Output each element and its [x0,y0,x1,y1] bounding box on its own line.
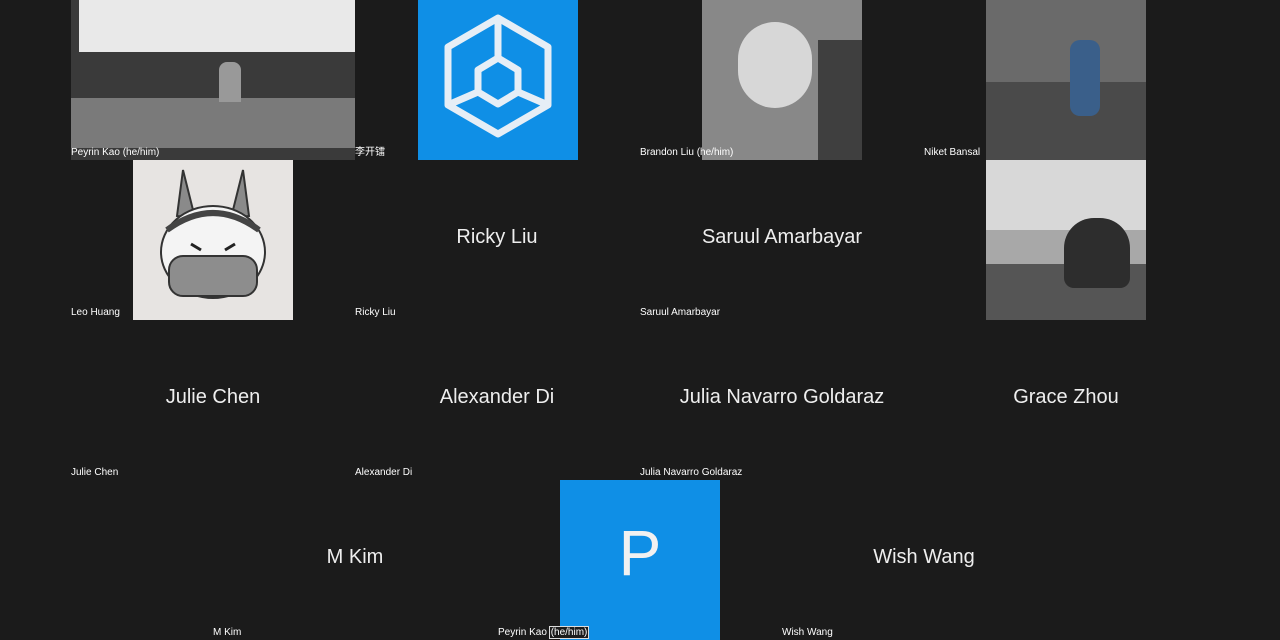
pronoun-highlight: (he/him) [548,626,590,639]
participant-display-name: Wish Wang [873,546,975,568]
avatar-initial: P [618,517,662,589]
participant-name-tag: Peyrin Kao (he/him) [498,626,590,639]
participant-display-name: Julia Navarro Goldaraz [679,386,885,408]
person [1070,40,1100,116]
participant-name-tag: Julie Chen [71,467,119,478]
video-feed [71,0,355,160]
participant-tile-outdoor[interactable] [924,160,1208,320]
video-feed [986,0,1146,160]
participant-display-name: M Kim [326,546,384,568]
car-seat [818,40,862,160]
participant-tile-ricky-liu[interactable]: Ricky Liu Ricky Liu [355,160,639,320]
participant-tile-alexander-di[interactable]: Alexander Di Alexander Di [355,320,639,480]
video-feed [986,160,1146,320]
video-feed [702,0,862,160]
avatar: P [560,480,720,640]
participant-tile-wish-wang[interactable]: Wish Wang Wish Wang [782,480,1066,640]
participant-display-name: Ricky Liu [456,226,538,248]
participant-name-tag: Saruul Amarbayar [640,307,721,318]
participant-tile-saruul-amarbayar[interactable]: Saruul Amarbayar Saruul Amarbayar [640,160,924,320]
avatar [418,0,578,160]
participant-tile-julia-navarro-goldaraz[interactable]: Julia Navarro Goldaraz Julia Navarro Gol… [640,320,924,480]
projector-screen [79,0,355,52]
participant-name-tag: Peyrin Kao (he/him) [71,147,160,158]
participant-display-name: Julie Chen [165,386,261,408]
participant-name-tag: Wish Wang [782,627,833,638]
participant-name-tag: Leo Huang [71,307,120,318]
participant-tile-peyrin-kao-avatar[interactable]: P Peyrin Kao (he/him) [498,480,782,640]
participant-name-tag: Ricky Liu [355,307,396,318]
logo-icon [444,14,552,138]
rocks [986,82,1146,160]
participant-name-tag: Alexander Di [355,467,413,478]
participant-name-tag: Julia Navarro Goldaraz [640,467,743,478]
participant-name-tag: Brandon Liu (he/him) [640,147,734,158]
participant-tile-m-kim[interactable]: M Kim M Kim [213,480,497,640]
participant-tile-niket-bansal[interactable]: Niket Bansal [924,0,1208,160]
participant-display-name: Saruul Amarbayar [701,226,863,248]
stage [71,98,355,148]
participant-tile-li[interactable]: 李开镭 [355,0,639,160]
participant-tile-julie-chen[interactable]: Julie Chen Julie Chen [71,320,355,480]
participant-name-tag: 李开镭 [355,147,385,158]
cartoon-avatar-icon [160,169,266,299]
person-with-hat [1064,218,1130,288]
avatar [133,160,293,320]
participant-display-name: Grace Zhou [1013,386,1119,408]
dog [738,22,812,108]
presenter [219,62,241,102]
participant-tile-grace-zhou[interactable]: Grace Zhou [924,320,1208,480]
participant-name-tag: M Kim [213,627,242,638]
participant-name-tag: Niket Bansal [924,147,981,158]
participant-display-name: Alexander Di [439,386,555,408]
sky [986,160,1146,230]
participant-tile-leo-huang[interactable]: Leo Huang [71,160,355,320]
participant-tile-brandon-liu[interactable]: Brandon Liu (he/him) [640,0,924,160]
participant-tile-peyrin-kao[interactable]: Peyrin Kao (he/him) [71,0,355,160]
